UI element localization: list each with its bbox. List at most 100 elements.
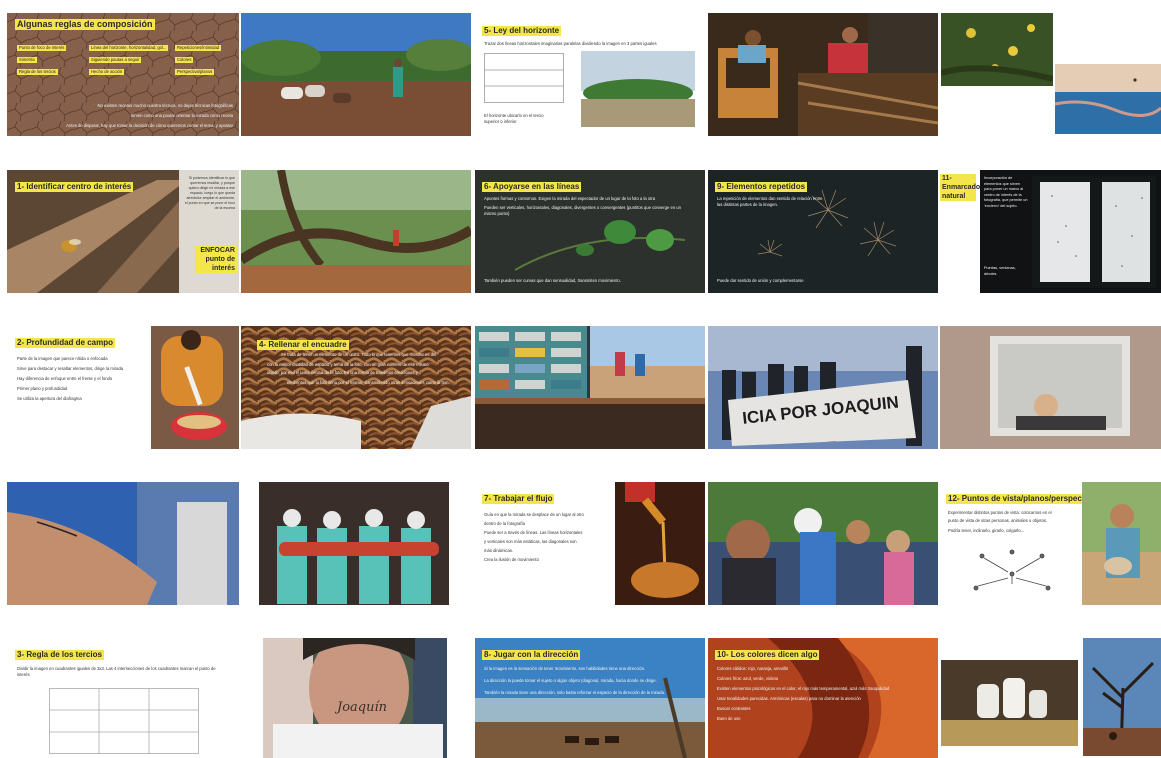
slide-text: Puede dar sentido de unión y complementa… [717,278,804,283]
lake-photo [1055,64,1161,134]
slide-title: 5- Ley del horizonte [482,26,562,36]
focus-label: ENFOCAR punto de interés [195,246,237,273]
slide-repeated-elements[interactable]: 9- Elementos repetidos La repetición de … [708,170,938,293]
slide-title: 2- Profundidad de campo [15,338,116,348]
slide-photo-protest[interactable]: ICIA POR JOAQUIN [708,326,938,449]
rule-label: Línea del horizonte, horizontalidad, gol… [89,45,169,51]
slide-text: Podría tener, inclinarlo, girarlo, colga… [948,528,1025,533]
slide-photo-flowers[interactable] [941,13,1053,86]
slide-lines[interactable]: 6- Apoyarse en las líneas Apuntes formas… [475,170,705,293]
rule-label: Hecho de acción [89,69,125,75]
tree-photo [241,170,471,293]
slide-title: 4- Rellenar el encuadre [257,340,349,350]
slide-text: Trazar dos líneas horizontales imaginari… [484,41,657,46]
slide-points-of-view[interactable]: 12- Puntos de vista/planos/perspectivas … [940,482,1161,605]
side-text: Si podemos identificar lo que queremos r… [184,176,235,210]
slide-photo-crowd[interactable] [708,482,938,605]
slide-work-flow[interactable]: 7- Trabajar el flujo Guía en que la mira… [475,482,705,605]
slide-photo-lake[interactable] [1055,64,1161,134]
rule-label: Repeticiones/intimidad [175,45,222,51]
slide-text: Apuntes formas y contornos. Exigen la mi… [484,196,656,201]
slide-photo-goats[interactable] [241,13,471,136]
slide-text: elementos que la foto llena por sí mismo… [287,380,449,385]
rule-label: Perspectiva/planos [175,69,215,75]
honey-bowl-photo [151,326,239,449]
slide-title: 6- Apoyarse en las líneas [482,182,582,192]
side-text: Puertas, ventanas, árboles [984,266,1016,276]
slide-title: 7- Trabajar el flujo [482,494,555,504]
slide-photo-neck-tattoo[interactable]: Joaquín [263,638,447,758]
slide-photo-dusk-tree[interactable] [1083,638,1161,756]
slide-photo-window-woman[interactable] [940,326,1161,449]
slide-text: Buscar contrastes [717,706,751,711]
slide-text: Crea la ilusión de movimiento [484,557,539,562]
slide-photo-tattoo-arm[interactable] [7,482,239,605]
slide-text: Existen elementos psicológicos en el col… [717,686,890,691]
slide-text: Hay diferencia de enfoque entre el frent… [17,376,113,381]
window-photo [1032,176,1156,288]
slide-text: punto de vista de otras personas, animal… [948,518,1048,523]
slide-text: También pueden ser curvas que dan sensua… [484,278,621,283]
slide-photo-carpentry[interactable] [708,13,938,136]
goats-photo [241,13,471,136]
slide-horizon-law[interactable]: 5- Ley del horizonte Trazar dos líneas h… [475,13,705,136]
slide-title: 8- Jugar con la dirección [482,650,581,660]
slide-title: 3- Regla de los tercios [15,650,104,660]
dusk-tree-photo [1083,638,1161,756]
tattoo-arm-photo [7,482,239,605]
horizon-photo [581,51,695,127]
slide-text: Dividir la imagen en cuadrantes iguales … [17,666,216,678]
slide-depth-of-field[interactable]: 2- Profundidad de campo Parte de la imag… [7,326,239,449]
slide-text: Colores cálidos: rojo, naranja, amarillo [717,666,789,671]
slide-photo-workers[interactable] [259,482,449,605]
tattoo-text: Joaquín [337,700,388,715]
slide-text: dentro de la fotografía [484,521,525,526]
slide-text: La dirección la puede tomar el sujeto o … [484,678,657,683]
flowers-photo [941,13,1053,86]
slide-rule-of-thirds[interactable]: 3- Regla de los tercios Dividir la image… [7,638,239,758]
rule-label: Colores [175,57,194,63]
slide-photo-goats-pen[interactable] [941,660,1078,746]
protest-photo [708,326,938,449]
slide-text: La repetición de elementos dan sentido d… [717,196,823,208]
slide-text: Si la imagen es la sensación de tener mo… [484,666,646,671]
carpentry-photo [708,13,938,136]
slide-text: Experimentar distintos puntos de vista: … [948,510,1052,515]
slide-direction[interactable]: 8- Jugar con la dirección Si la imagen e… [475,638,705,758]
slide-text: Buen de uso [717,716,741,721]
slide-colors[interactable]: 10- Los colores dicen algo Colores cálid… [708,638,938,758]
slide-text: con la mayor cantidad de espacio y tema … [267,362,429,367]
slide-text: más dinámicas. [484,548,514,553]
crowd-photo [708,482,938,605]
slide-fill-frame[interactable]: 4- Rellenar el encuadre Se trata de tene… [241,326,471,449]
note-line: No existen recetas mucho nuestra técnica… [97,103,233,108]
note-line: Antes de disparar, hay que tomar la deci… [66,123,233,128]
slide-text: Pueden ser verticales, horizontales, dia… [484,205,681,217]
slide-composition-rules[interactable]: Algunas reglas de composición Punto de f… [7,13,239,136]
slide-text: Colores fríos: azul, verde, violeta [717,676,778,681]
slide-natural-framing[interactable]: 11- Enmarcado natural Incorporación de e… [940,170,1161,293]
slide-text: Primer plano y profundidad [17,386,68,391]
thirds-grid-diagram [49,688,199,754]
rule-label: Punto de foco de interés [17,45,67,51]
slide-photo-tree[interactable] [241,170,471,293]
slide-text: Usar tonalidades parecidas. Armónicas (e… [717,696,861,701]
workers-photo [259,482,449,605]
slide-title: 11- Enmarcado natural [940,174,981,201]
slide-title: Algunas reglas de composición [15,19,155,30]
slide-text: Puede ser a través de líneas. Las líneas… [484,530,583,535]
rule-label: Regla de los tercios [17,69,58,75]
goats-pen-photo [941,660,1078,746]
slide-photo-beehives[interactable] [475,326,705,449]
slide-title: 9- Elementos repetidos [715,182,808,192]
horizon-grid-diagram [484,53,564,103]
side-text: Incorporación de elementos que sirven pa… [984,176,1028,208]
slide-text: objeto, por eso el tema central de la fo… [267,370,418,375]
rule-label: Siguiendo pautas a seguir [89,57,142,63]
honey-pour-photo [615,482,705,605]
slide-text: Parte de la imagen que parece nítida o e… [17,356,108,361]
slide-center-of-interest[interactable]: 1- Identificar centro de interés Si pode… [7,170,239,293]
neck-tattoo-photo [263,638,447,758]
slide-title: 1- Identificar centro de interés [15,182,134,192]
window-woman-photo [940,326,1161,449]
